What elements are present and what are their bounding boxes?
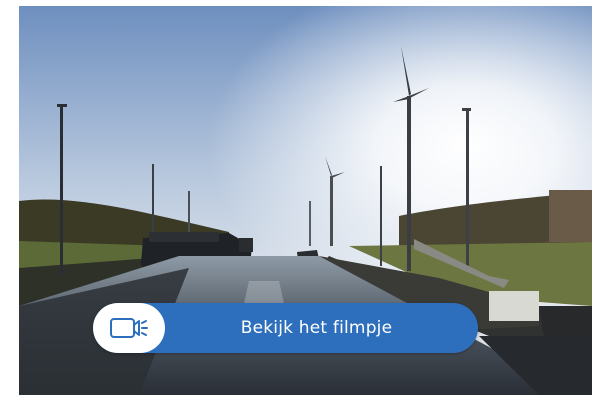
video-icon-badge [93, 303, 165, 353]
video-thumbnail[interactable]: Bekijk het filmpje [19, 6, 592, 395]
watch-video-button[interactable]: Bekijk het filmpje [93, 303, 478, 353]
watch-video-label: Bekijk het filmpje [240, 318, 393, 338]
video-camera-icon [110, 318, 148, 338]
